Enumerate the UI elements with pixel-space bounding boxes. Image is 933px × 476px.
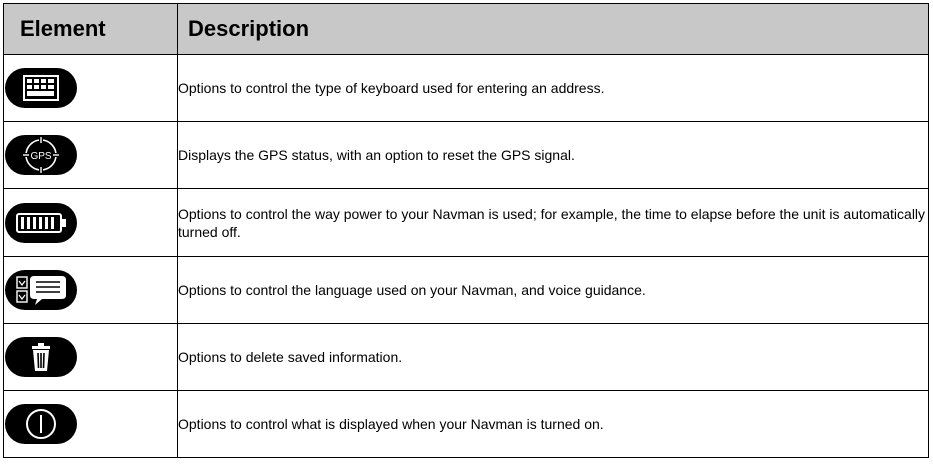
element-cell [3, 390, 178, 458]
table-row: Options to control the way power to your… [3, 188, 929, 257]
svg-text:GPS: GPS [30, 151, 51, 162]
description-cell: Options to control the language used on … [177, 256, 929, 324]
table-header-row: Element Description [3, 3, 929, 55]
table-row: Options to control what is displayed whe… [3, 390, 929, 458]
description-cell: Options to control what is displayed whe… [177, 390, 929, 458]
table-row: GPS Displays the GPS status, with an opt… [3, 121, 929, 189]
header-element: Element [3, 3, 178, 55]
description-cell: Options to control the way power to your… [177, 188, 929, 257]
table-row: Options to delete saved information. [3, 323, 929, 391]
element-cell [3, 256, 178, 324]
element-cell [3, 188, 178, 257]
description-cell: Options to delete saved information. [177, 323, 929, 391]
header-description: Description [177, 3, 929, 55]
table-row: Options to control the type of keyboard … [3, 54, 929, 122]
trash-icon [5, 337, 77, 377]
element-cell [3, 323, 178, 391]
description-cell: Options to control the type of keyboard … [177, 54, 929, 122]
battery-icon [5, 202, 77, 243]
keyboard-icon [5, 68, 77, 108]
gps-icon: GPS [5, 135, 77, 175]
element-cell [3, 54, 178, 122]
elements-table: Element Description Options to control t… [3, 3, 929, 458]
table-row: Options to control the language used on … [3, 256, 929, 324]
power-icon [5, 404, 77, 444]
element-cell: GPS [3, 121, 178, 189]
description-cell: Displays the GPS status, with an option … [177, 121, 929, 189]
language-icon [5, 270, 77, 310]
